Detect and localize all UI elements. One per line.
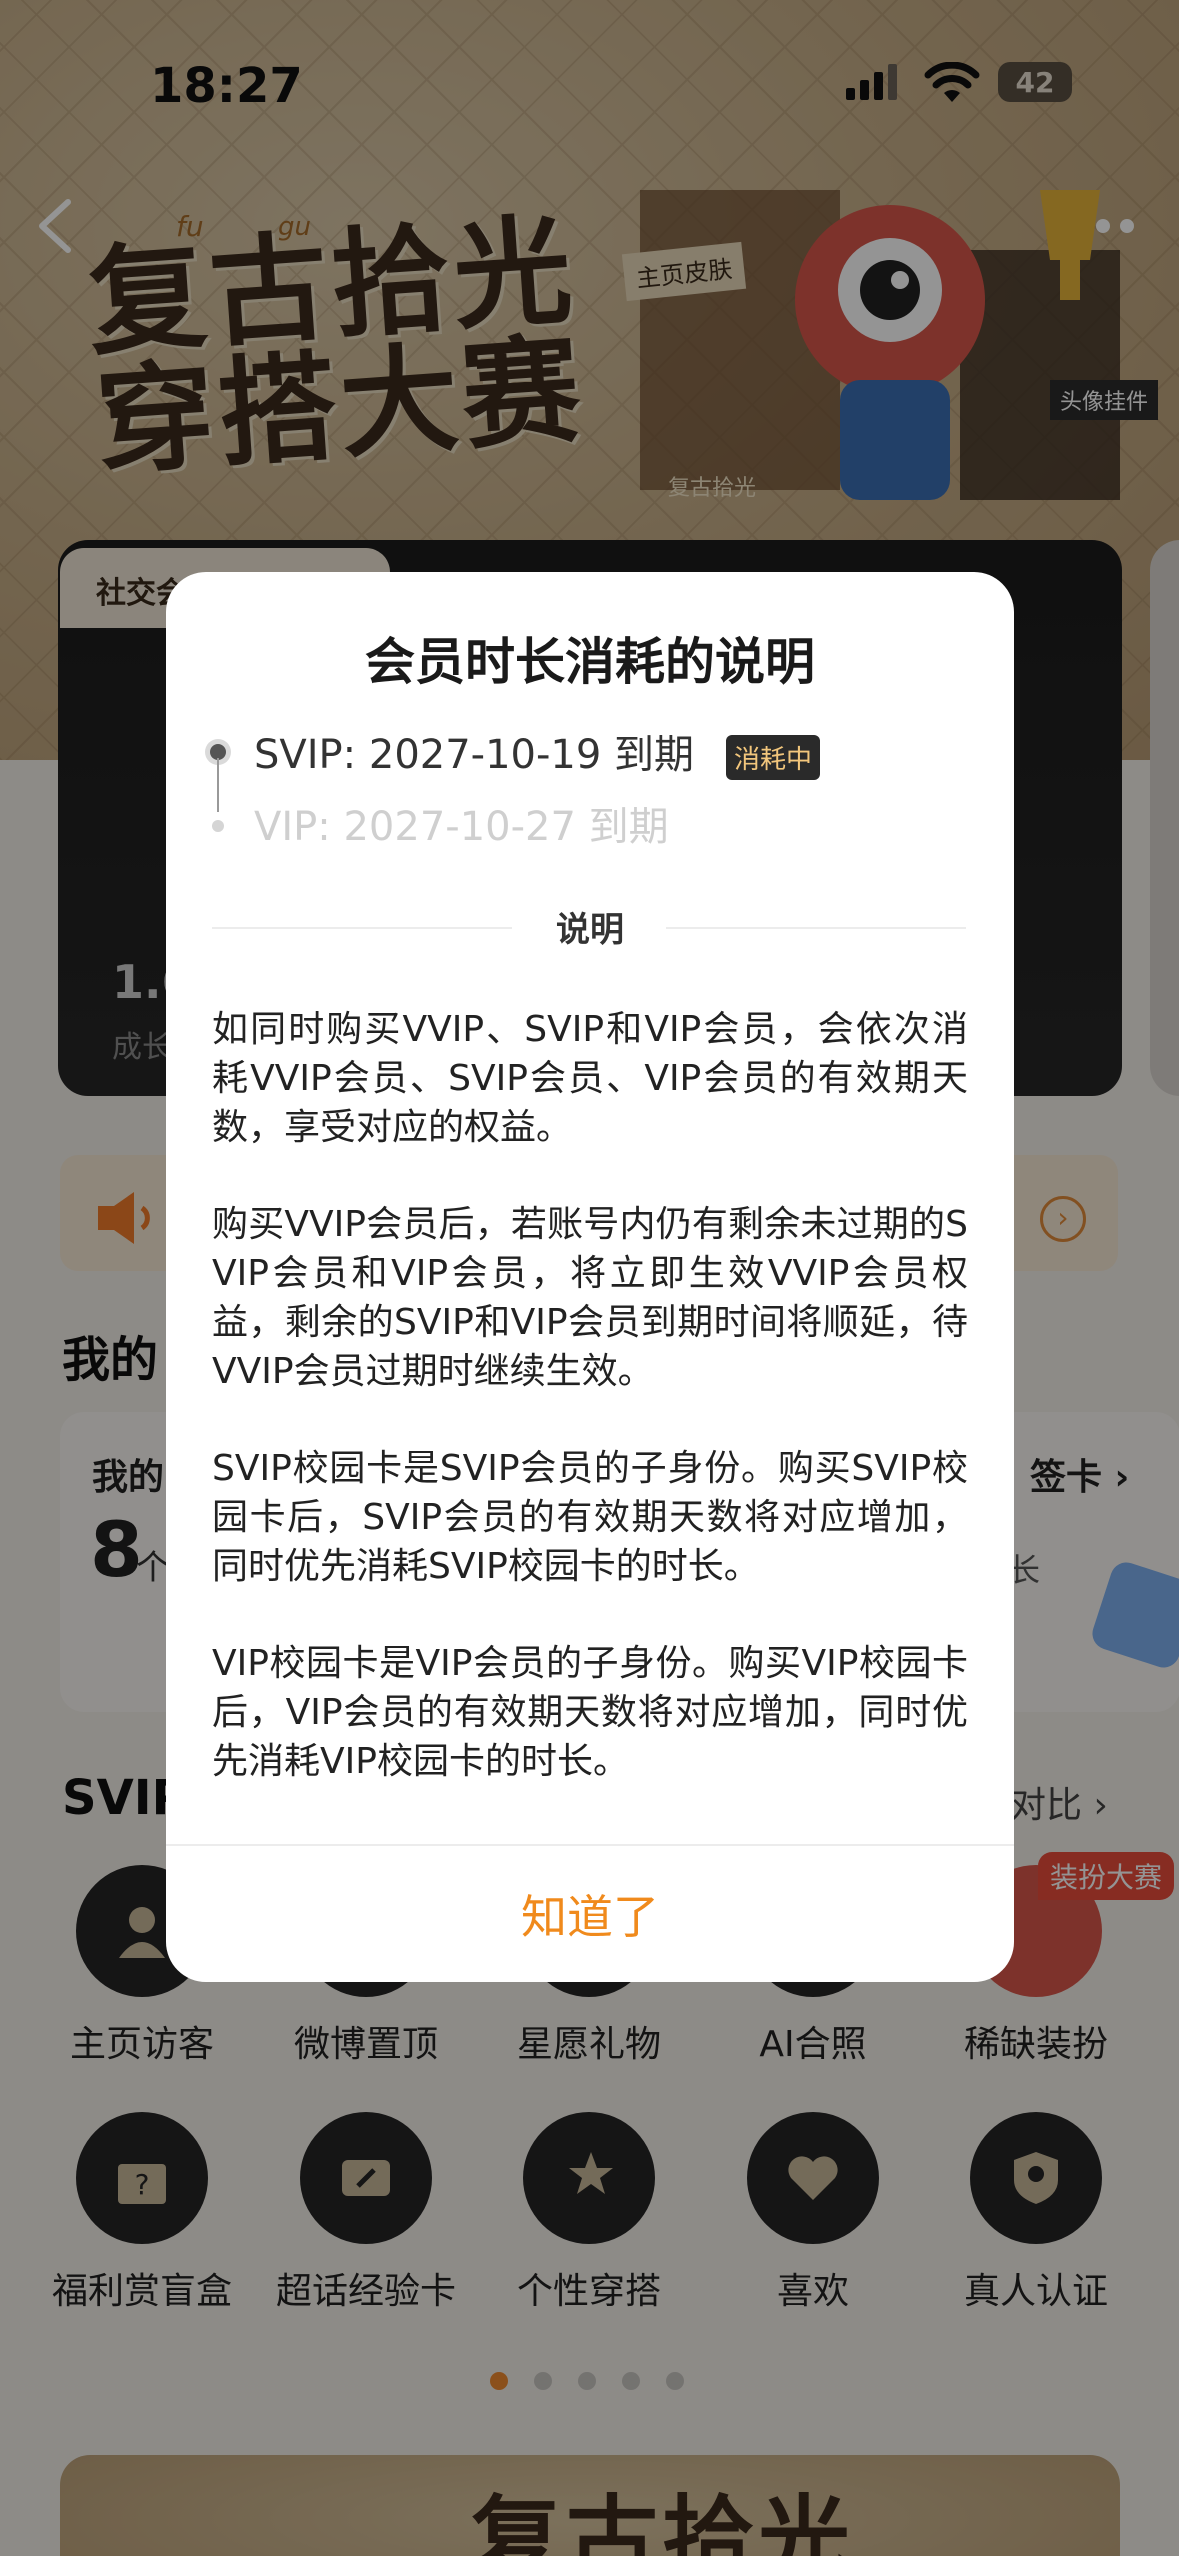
- vip-expiry: VIP: 2027-10-27 到期: [254, 804, 669, 850]
- divider: [666, 927, 966, 929]
- explain-paragraph: 购买VVIP会员后，若账号内仍有剩余未过期的SVIP会员和VIP会员，将立即生效…: [212, 1204, 968, 1392]
- got-it-button[interactable]: 知道了: [166, 1846, 1014, 1982]
- dialog-title: 会员时长消耗的说明: [365, 633, 815, 691]
- membership-info-dialog: 会员时长消耗的说明 SVIP: 2027-10-19 到期 消耗中 VIP: 2…: [166, 572, 1014, 1982]
- screen: 18:27 42 fu gu 复古拾光 穿搭大赛 主页皮肤 头像挂件 复古拾光: [0, 0, 1179, 2556]
- explain-paragraph: SVIP校园卡是SVIP会员的子身份。购买SVIP校园卡后，SVIP会员的有效期…: [212, 1448, 968, 1587]
- consuming-badge: 消耗中: [726, 735, 821, 780]
- svip-expiry: SVIP: 2027-10-19 到期: [254, 732, 695, 778]
- explain-paragraph: VIP校园卡是VIP会员的子身份。购买VIP校园卡后，VIP会员的有效期天数将对…: [212, 1643, 968, 1782]
- explain-paragraph: 如同时购买VVIP、SVIP和VIP会员，会依次消耗VVIP会员、SVIP会员、…: [212, 1009, 968, 1148]
- timeline-dot-inactive: [212, 820, 224, 832]
- timeline-line: [217, 758, 219, 812]
